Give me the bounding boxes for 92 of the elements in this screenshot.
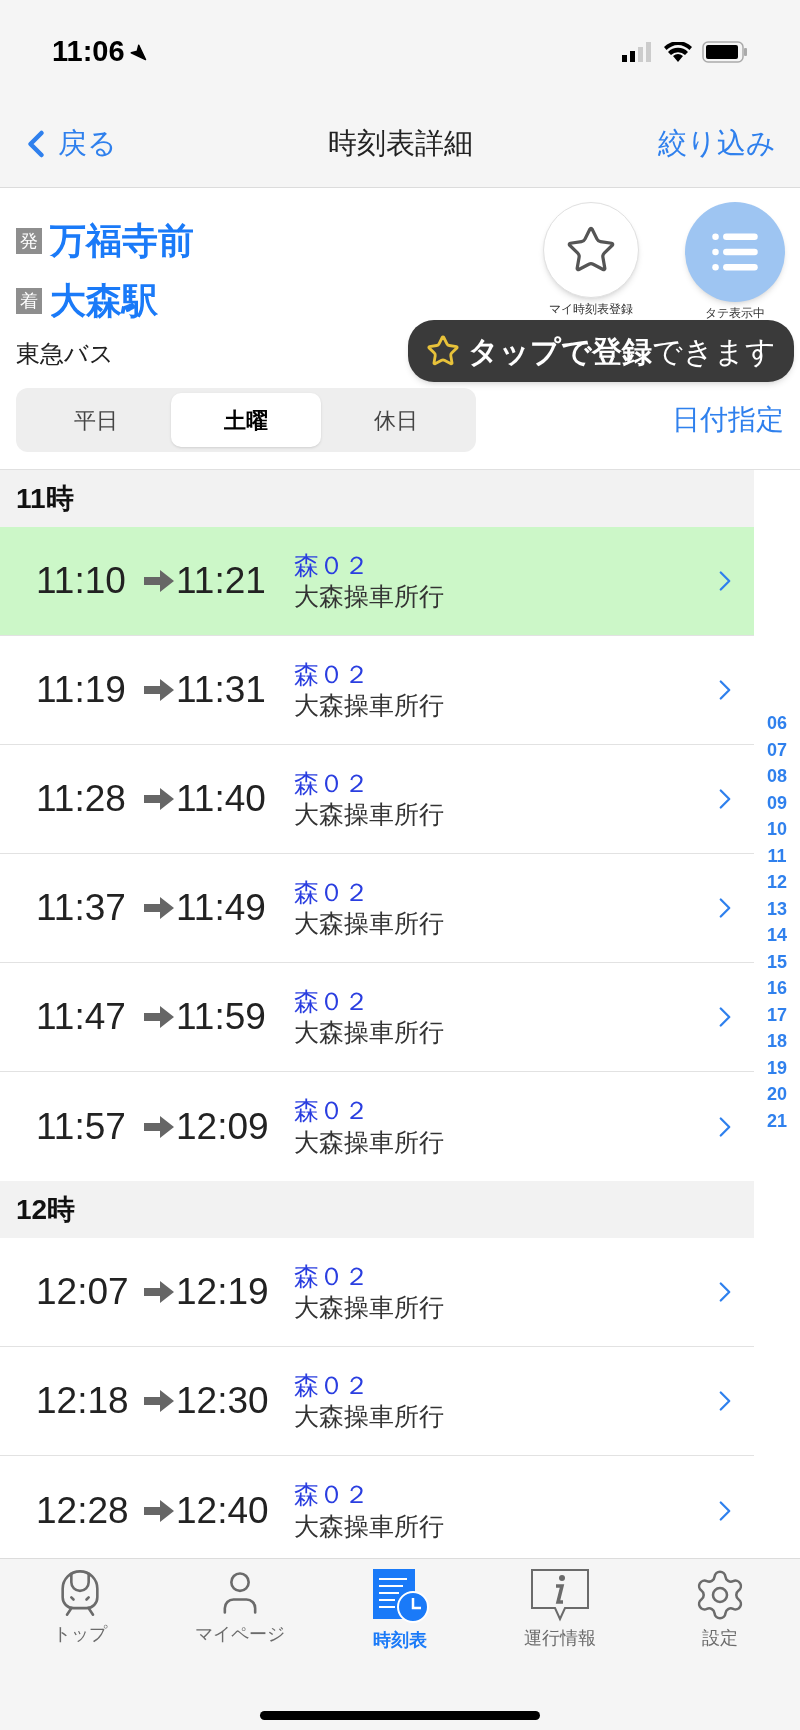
route-number: 森０２ (294, 1095, 370, 1127)
action-caption: タテ表示中 (705, 305, 765, 322)
filter-button[interactable]: 絞り込み (658, 121, 786, 166)
arrival-time: 11:21 (176, 559, 267, 604)
arrival-time: 11:59 (176, 995, 267, 1040)
departure-time: 11:28 (36, 777, 127, 822)
back-button[interactable]: 戻る (14, 121, 117, 166)
route-number: 森０２ (294, 767, 370, 799)
route-number: 森０２ (294, 1369, 370, 1401)
hour-index-item[interactable]: 13 (767, 895, 787, 922)
destination: 大森操車所行 (294, 1017, 444, 1048)
departure-time: 11:19 (36, 668, 127, 713)
arrow-icon (144, 1499, 174, 1522)
arrow-icon (144, 1006, 174, 1028)
destination: 大森操車所行 (294, 1292, 444, 1323)
route-number: 森０２ (294, 549, 370, 581)
arrival-badge: 着 (16, 288, 42, 314)
hour-index-item[interactable]: 17 (767, 1001, 787, 1028)
arrow-icon (144, 897, 174, 919)
timetable-icon (371, 1567, 429, 1625)
action-caption: マイ時刻表登録 (549, 301, 633, 318)
hour-index-item[interactable]: 18 (767, 1028, 787, 1055)
date-select-link[interactable]: 日付指定 (672, 399, 784, 441)
tab-bar-item[interactable]: トップ (5, 1567, 155, 1654)
tooltip-text: タップで登録できます (468, 333, 776, 370)
departure-time: 12:18 (36, 1379, 130, 1424)
arrow-icon (144, 1281, 174, 1303)
hour-index-item[interactable]: 10 (767, 816, 787, 843)
arrow-icon (144, 679, 174, 701)
hour-index-item[interactable]: 09 (767, 789, 787, 816)
departure-time: 11:57 (36, 1104, 127, 1149)
hour-index-item[interactable]: 21 (767, 1107, 787, 1134)
arrow-icon (144, 570, 174, 592)
arrival-time: 12:09 (176, 1104, 270, 1149)
route-number: 森０２ (294, 985, 370, 1017)
arrival-time: 12:40 (176, 1488, 270, 1533)
day-tab[interactable]: 土曜 (171, 393, 321, 447)
info-bubble-icon (529, 1567, 591, 1623)
tab-bar-item[interactable]: マイページ (165, 1567, 315, 1654)
route-number: 森０２ (294, 1260, 370, 1292)
arrival-time: 11:40 (176, 777, 267, 822)
wifi-icon (664, 42, 692, 62)
hour-index-item[interactable]: 07 (767, 736, 787, 763)
destination: 大森操車所行 (294, 1510, 444, 1542)
hour-section-header: 11時 (0, 470, 754, 527)
hour-index-item[interactable]: 06 (767, 710, 787, 737)
tab-bar-item[interactable]: 運行情報 (485, 1567, 635, 1654)
destination: 大森操車所行 (294, 908, 444, 939)
hour-index-item[interactable]: 16 (767, 975, 787, 1002)
departure-row[interactable]: 11:10 11:21 森０２ 大森操車所行 (0, 527, 754, 636)
arrival-time: 11:31 (176, 668, 267, 713)
destination: 大森操車所行 (294, 581, 444, 612)
tab-bar-item[interactable]: 時刻表 (325, 1567, 475, 1654)
hour-section-header: 12時 (0, 1181, 754, 1238)
hour-index-item[interactable]: 19 (767, 1054, 787, 1081)
tab-bar-item[interactable]: 設定 (645, 1567, 795, 1654)
hour-index-item[interactable]: 12 (767, 869, 787, 896)
departure-stop: 万福寺前 (50, 219, 194, 263)
destination: 大森操車所行 (294, 799, 444, 830)
hour-index-item[interactable]: 08 (767, 763, 787, 790)
day-tab[interactable]: 休日 (321, 393, 471, 447)
arrival-time: 11:49 (176, 886, 267, 931)
departure-time: 11:37 (36, 886, 127, 931)
route-number: 森０２ (294, 1479, 370, 1511)
location-arrow-icon (128, 43, 147, 61)
arrow-icon (144, 1115, 174, 1138)
battery-icon (702, 41, 748, 63)
arrow-icon (144, 1390, 174, 1412)
operator-name: 東急バス (16, 339, 114, 369)
day-tab[interactable]: 平日 (21, 393, 171, 447)
departure-time: 11:47 (36, 995, 127, 1040)
departure-time: 11:10 (36, 559, 127, 604)
arrival-time: 12:19 (176, 1270, 270, 1315)
departure-time: 12:28 (36, 1488, 130, 1533)
page-title: 時刻表詳細 (327, 125, 473, 161)
hour-index-item[interactable]: 11 (767, 842, 787, 869)
hour-index-item[interactable]: 20 (767, 1081, 787, 1108)
route-number: 森０２ (294, 658, 370, 690)
destination: 大森操車所行 (294, 1401, 444, 1432)
hour-index-item[interactable]: 15 (767, 948, 787, 975)
arrow-icon (144, 788, 174, 810)
departure-badge: 発 (16, 228, 42, 254)
departure-time: 12:07 (36, 1270, 130, 1315)
destination: 大森操車所行 (294, 1126, 444, 1158)
arrival-time: 12:30 (176, 1379, 270, 1424)
arrival-stop: 大森駅 (50, 279, 158, 323)
destination: 大森操車所行 (294, 690, 444, 721)
route-number: 森０２ (294, 876, 370, 908)
signal-icon (622, 42, 654, 62)
hour-index-item[interactable]: 14 (767, 922, 787, 949)
tooltip-star-icon (426, 334, 460, 368)
clock-time: 11:06 (52, 34, 125, 70)
